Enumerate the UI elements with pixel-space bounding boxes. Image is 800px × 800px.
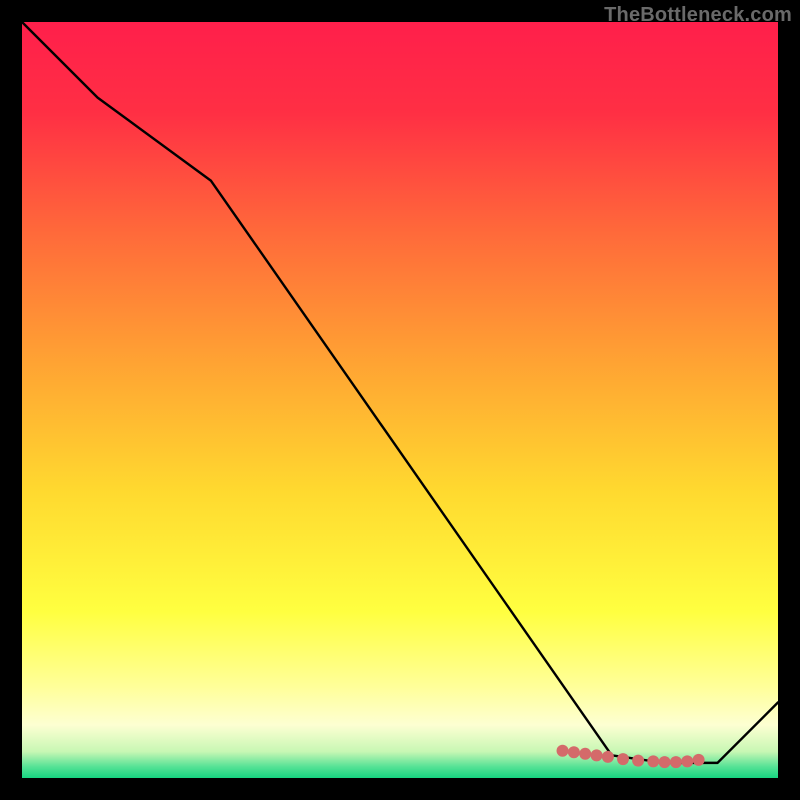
watermark-text: TheBottleneck.com <box>604 4 792 27</box>
marker-point <box>659 756 671 768</box>
marker-point <box>647 755 659 767</box>
chart-svg <box>22 22 778 778</box>
plot-area <box>22 22 778 778</box>
marker-point <box>591 749 603 761</box>
marker-point <box>557 745 569 757</box>
gradient-background <box>22 22 778 778</box>
marker-point <box>681 755 693 767</box>
marker-point <box>632 755 644 767</box>
marker-point <box>568 746 580 758</box>
marker-point <box>617 753 629 765</box>
marker-point <box>602 751 614 763</box>
chart-container: TheBottleneck.com <box>0 0 800 800</box>
marker-point <box>670 756 682 768</box>
marker-point <box>579 748 591 760</box>
marker-point <box>693 754 705 766</box>
